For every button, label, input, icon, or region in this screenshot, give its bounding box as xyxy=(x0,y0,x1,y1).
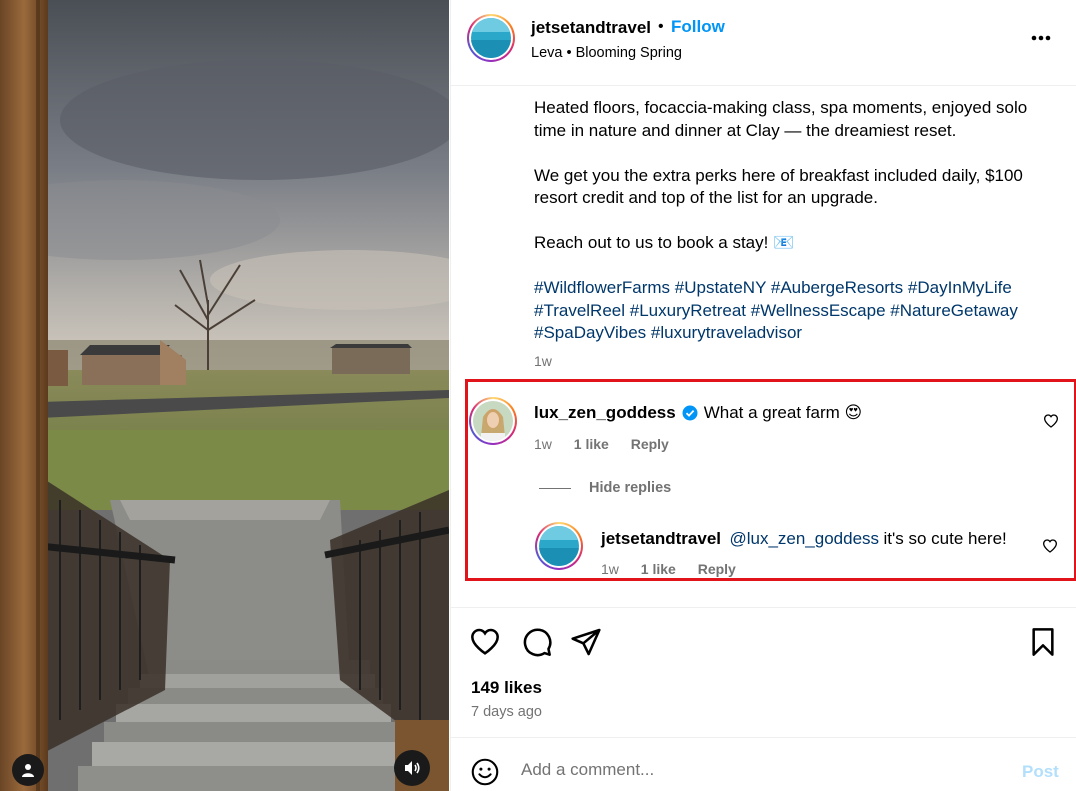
post-action-bar: 149 likes 7 days ago xyxy=(451,607,1076,737)
hashtag-link[interactable]: #LuxuryRetreat xyxy=(630,301,746,320)
reply-like-heart-icon[interactable] xyxy=(1042,538,1058,554)
header-separator: • xyxy=(658,18,664,35)
hide-replies-label: Hide replies xyxy=(589,480,672,496)
hashtag-link[interactable]: #DayInMyLife xyxy=(908,278,1012,297)
likes-count[interactable]: 149 likes xyxy=(471,678,542,698)
post-comment-button[interactable]: Post xyxy=(1022,762,1059,782)
media-scene xyxy=(0,0,449,791)
caption-hashtags: #WildflowerFarms #UpstateNY #AubergeReso… xyxy=(534,277,1054,345)
add-comment-input[interactable] xyxy=(521,760,1001,780)
post-details-panel: jetsetandtravel • Follow Leva • Blooming… xyxy=(450,0,1076,791)
hide-replies-toggle[interactable]: Hide replies xyxy=(539,480,671,496)
speaker-icon xyxy=(405,761,420,775)
add-comment-bar: Post xyxy=(451,737,1076,791)
reply-avatar-image xyxy=(539,526,579,566)
owner-avatar[interactable] xyxy=(467,14,515,62)
post-media-video[interactable] xyxy=(0,0,449,791)
comment-likes-count[interactable]: 1 like xyxy=(574,436,609,452)
hashtag-link[interactable]: #TravelReel xyxy=(534,301,625,320)
reply-username[interactable]: jetsetandtravel xyxy=(601,529,721,548)
hashtag-link[interactable]: #NatureGetaway xyxy=(890,301,1018,320)
caption-paragraph: Heated floors, focaccia-making class, sp… xyxy=(534,98,1028,140)
reply-timestamp: 1w xyxy=(601,561,619,577)
hashtag-link[interactable]: #WellnessEscape xyxy=(751,301,886,320)
hashtag-link[interactable]: #UpstateNY xyxy=(675,278,766,297)
hashtag-link[interactable]: #SpaDayVibes xyxy=(534,323,646,342)
hashtag-link[interactable]: #luxurytraveladvisor xyxy=(651,323,802,342)
save-bookmark-icon[interactable] xyxy=(1027,626,1059,658)
comment-like-heart-icon[interactable] xyxy=(1043,413,1059,429)
replies-divider-line xyxy=(539,487,571,489)
comment-text: What a great farm 😍 xyxy=(703,403,863,422)
more-horizontal-icon xyxy=(1031,35,1051,41)
caption-paragraph: We get you the extra perks here of break… xyxy=(534,165,1023,208)
reply-avatar[interactable] xyxy=(535,522,583,570)
mute-toggle-button[interactable] xyxy=(394,750,430,786)
reply-mention-link[interactable]: @lux_zen_goddess xyxy=(729,529,879,548)
tagged-users-button[interactable] xyxy=(12,754,44,786)
hashtag-link[interactable]: #WildflowerFarms xyxy=(534,278,670,297)
comment-bubble-icon[interactable] xyxy=(521,626,553,658)
caption-timestamp: 1w xyxy=(534,353,552,369)
user-icon xyxy=(22,764,34,777)
post-header: jetsetandtravel • Follow Leva • Blooming… xyxy=(451,0,1076,86)
emoji-smiley-icon[interactable] xyxy=(471,758,499,786)
reply-likes-count[interactable]: 1 like xyxy=(641,561,676,577)
caption-paragraph: Reach out to us to book a stay! 📧 xyxy=(534,233,795,252)
owner-avatar-image xyxy=(471,18,511,58)
more-options-button[interactable] xyxy=(1029,28,1053,48)
reply-reply-button[interactable]: Reply xyxy=(698,561,736,577)
comment-username[interactable]: lux_zen_goddess xyxy=(534,403,676,423)
post-location[interactable]: Leva • Blooming Spring xyxy=(531,45,682,61)
follow-button[interactable]: Follow xyxy=(671,17,725,37)
reply-meta: 1w 1 like Reply xyxy=(601,561,754,577)
hashtag-link[interactable]: #AubergeResorts xyxy=(771,278,903,297)
comment-timestamp: 1w xyxy=(534,436,552,452)
commenter-avatar-image xyxy=(473,401,513,441)
like-heart-icon[interactable] xyxy=(469,626,501,658)
owner-username[interactable]: jetsetandtravel xyxy=(531,18,651,38)
comment-reply-button[interactable]: Reply xyxy=(631,436,669,452)
commenter-avatar[interactable] xyxy=(469,397,517,445)
comment-row: lux_zen_goddess What a great farm 😍 xyxy=(534,403,862,423)
share-send-icon[interactable] xyxy=(570,626,602,658)
verified-badge-icon xyxy=(682,405,698,421)
reply-row: jetsetandtravel @lux_zen_goddess it's so… xyxy=(601,529,1007,549)
post-date: 7 days ago xyxy=(471,704,542,720)
post-caption: Heated floors, focaccia-making class, sp… xyxy=(534,97,1054,345)
reply-text: it's so cute here! xyxy=(883,529,1007,548)
comment-meta: 1w 1 like Reply xyxy=(534,436,687,452)
